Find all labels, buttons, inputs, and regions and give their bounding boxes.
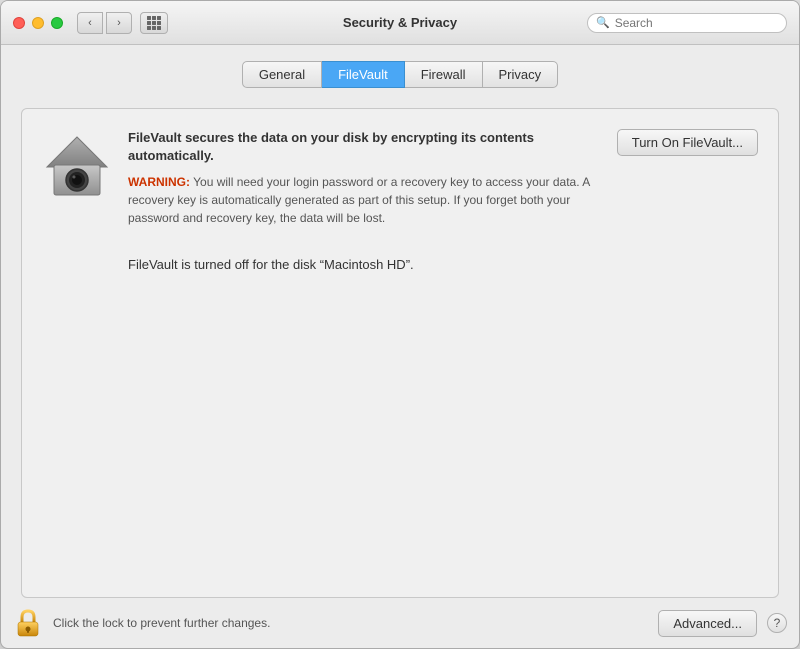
back-button[interactable]: ‹ [77, 12, 103, 34]
bottom-bar: Click the lock to prevent further change… [1, 598, 799, 648]
tab-bar: General FileVault Firewall Privacy [21, 61, 779, 88]
lock-button[interactable] [13, 608, 43, 638]
maximize-button[interactable] [51, 17, 63, 29]
main-window: ‹ › Security & Privacy 🔍 General FileVau… [0, 0, 800, 649]
tab-general[interactable]: General [242, 61, 322, 88]
forward-icon: › [117, 17, 121, 29]
help-button[interactable]: ? [767, 613, 787, 633]
advanced-button[interactable]: Advanced... [658, 610, 757, 637]
tab-firewall[interactable]: Firewall [405, 61, 483, 88]
content-area: General FileVault Firewall Privacy [1, 45, 799, 598]
filevault-icon [42, 129, 112, 199]
panel-description-area: FileVault secures the data on your disk … [128, 129, 601, 227]
lock-icon [16, 609, 40, 637]
grid-icon [147, 16, 161, 30]
panel-top: FileVault secures the data on your disk … [42, 129, 758, 227]
search-input[interactable] [615, 16, 778, 30]
panel-description: FileVault secures the data on your disk … [128, 129, 601, 165]
filevault-status: FileVault is turned off for the disk “Ma… [42, 257, 758, 272]
back-icon: ‹ [88, 17, 92, 29]
app-grid-button[interactable] [140, 12, 168, 34]
nav-buttons: ‹ › [77, 12, 132, 34]
filevault-panel: FileVault secures the data on your disk … [21, 108, 779, 598]
titlebar: ‹ › Security & Privacy 🔍 [1, 1, 799, 45]
warning-label: WARNING: [128, 175, 190, 189]
warning-text: You will need your login password or a r… [128, 175, 590, 225]
search-icon: 🔍 [596, 16, 610, 29]
traffic-lights [13, 17, 63, 29]
minimize-button[interactable] [32, 17, 44, 29]
forward-button[interactable]: › [106, 12, 132, 34]
window-title: Security & Privacy [343, 15, 457, 30]
close-button[interactable] [13, 17, 25, 29]
lock-label: Click the lock to prevent further change… [53, 616, 270, 630]
tab-filevault[interactable]: FileVault [322, 61, 405, 88]
search-bar[interactable]: 🔍 [587, 13, 787, 33]
turn-on-filevault-button[interactable]: Turn On FileVault... [617, 129, 758, 156]
panel-warning: WARNING: You will need your login passwo… [128, 173, 601, 227]
tab-privacy[interactable]: Privacy [483, 61, 559, 88]
